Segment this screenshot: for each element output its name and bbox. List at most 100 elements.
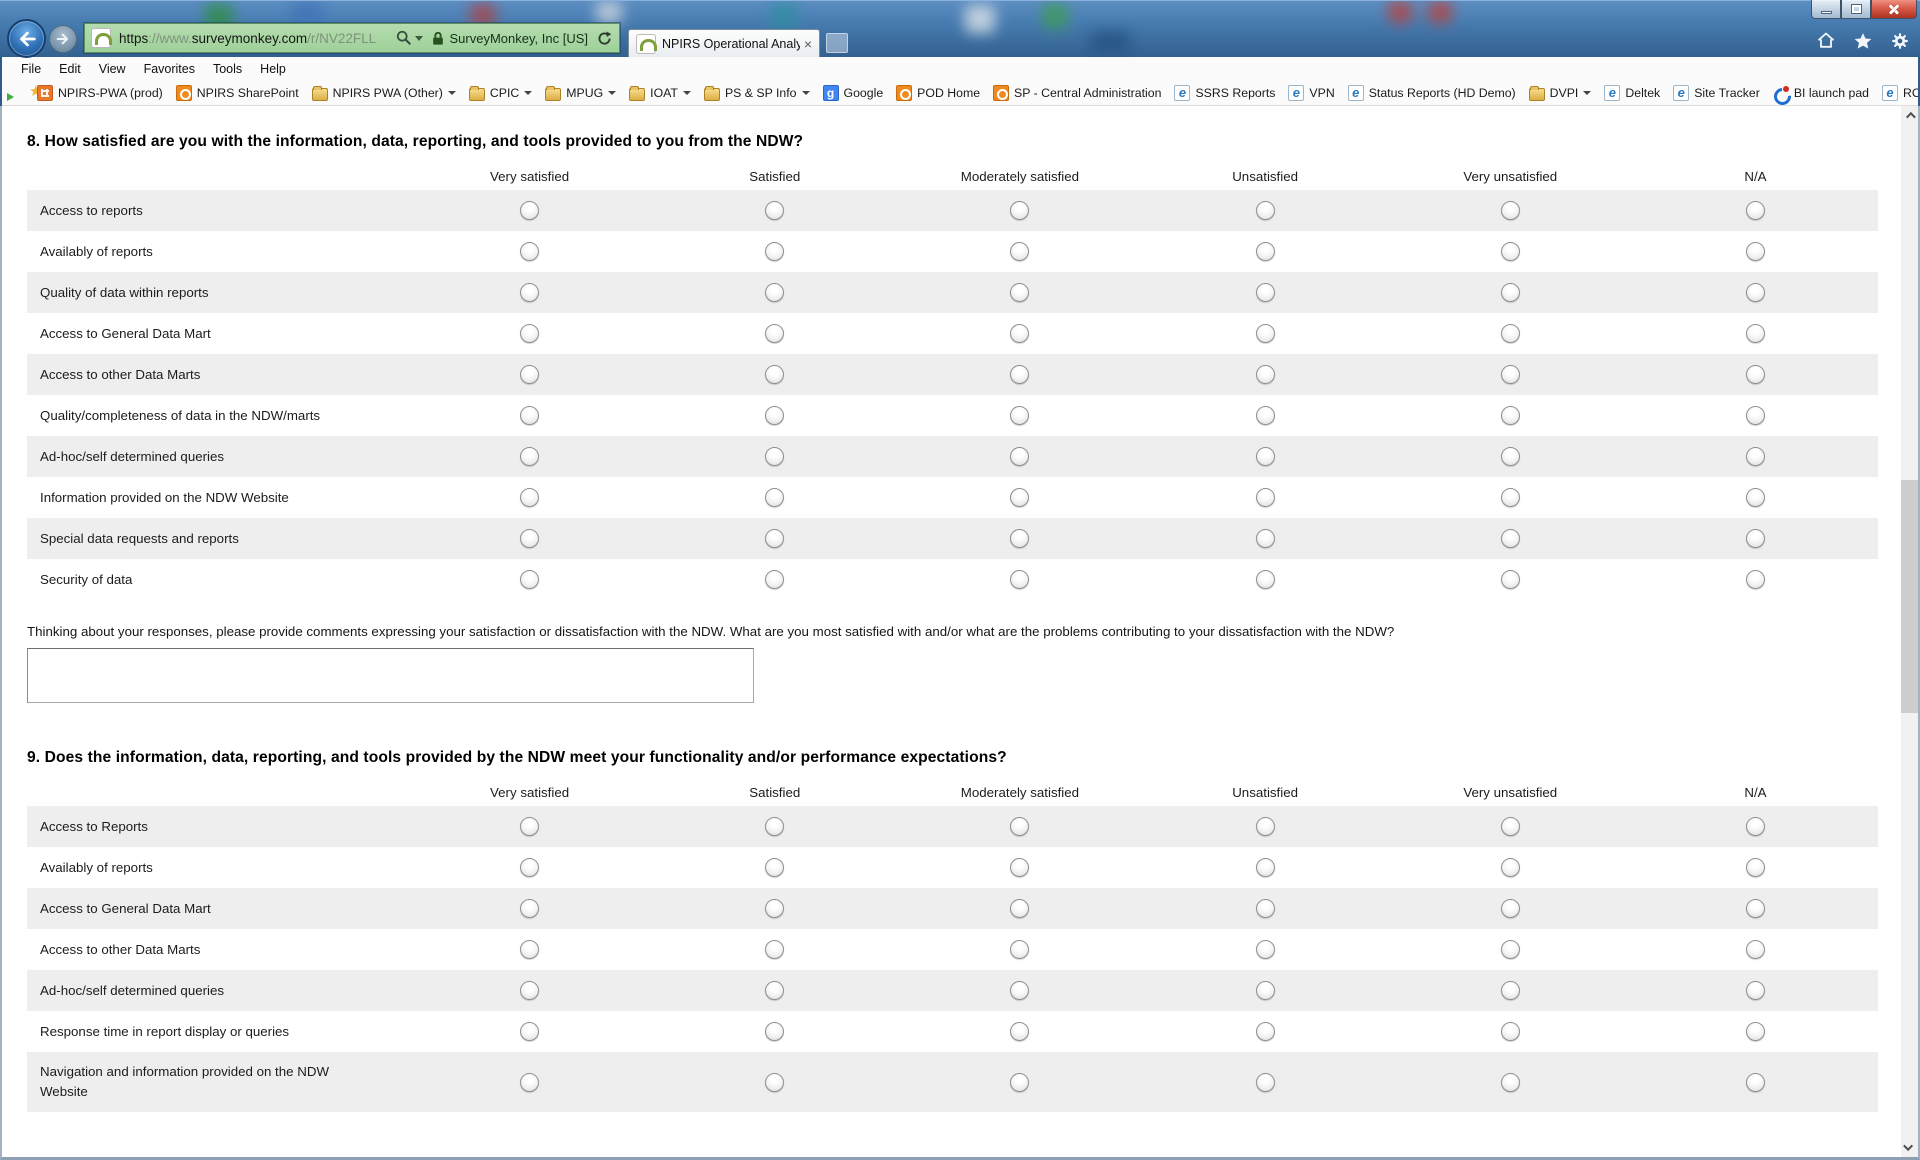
- comment-textarea[interactable]: [27, 648, 754, 703]
- menu-item-tools[interactable]: Tools: [204, 62, 251, 76]
- radio-button[interactable]: [765, 940, 784, 959]
- radio-button[interactable]: [765, 570, 784, 589]
- radio-button[interactable]: [765, 283, 784, 302]
- radio-button[interactable]: [520, 858, 539, 877]
- radio-button[interactable]: [1010, 570, 1029, 589]
- radio-button[interactable]: [1256, 1022, 1275, 1041]
- radio-button[interactable]: [1010, 365, 1029, 384]
- radio-button[interactable]: [1256, 283, 1275, 302]
- radio-button[interactable]: [1501, 201, 1520, 220]
- scrollbar-thumb[interactable]: [1901, 480, 1918, 713]
- radio-button[interactable]: [1256, 488, 1275, 507]
- radio-button[interactable]: [1501, 858, 1520, 877]
- scroll-up-button[interactable]: [1901, 106, 1918, 125]
- radio-button[interactable]: [1501, 1073, 1520, 1092]
- radio-button[interactable]: [520, 981, 539, 1000]
- radio-button[interactable]: [1746, 283, 1765, 302]
- radio-button[interactable]: [1010, 858, 1029, 877]
- radio-button[interactable]: [1256, 940, 1275, 959]
- tab-close-icon[interactable]: ×: [804, 37, 812, 51]
- favorite-item[interactable]: NPIRS SharePoint: [176, 85, 299, 101]
- url-text[interactable]: https://www.surveymonkey.com/r/NV22FLL: [119, 31, 396, 46]
- favorite-item[interactable]: IOAT: [629, 85, 691, 101]
- radio-button[interactable]: [765, 1073, 784, 1092]
- new-tab-button[interactable]: [826, 33, 848, 53]
- radio-button[interactable]: [1501, 324, 1520, 343]
- radio-button[interactable]: [1501, 981, 1520, 1000]
- radio-button[interactable]: [1746, 899, 1765, 918]
- radio-button[interactable]: [520, 488, 539, 507]
- radio-button[interactable]: [520, 242, 539, 261]
- radio-button[interactable]: [520, 817, 539, 836]
- radio-button[interactable]: [1010, 406, 1029, 425]
- radio-button[interactable]: [1501, 817, 1520, 836]
- radio-button[interactable]: [1010, 529, 1029, 548]
- radio-button[interactable]: [1010, 1022, 1029, 1041]
- radio-button[interactable]: [520, 201, 539, 220]
- radio-button[interactable]: [1501, 529, 1520, 548]
- radio-button[interactable]: [1746, 981, 1765, 1000]
- radio-button[interactable]: [1746, 242, 1765, 261]
- radio-button[interactable]: [1746, 324, 1765, 343]
- radio-button[interactable]: [765, 1022, 784, 1041]
- radio-button[interactable]: [1746, 570, 1765, 589]
- radio-button[interactable]: [765, 406, 784, 425]
- radio-button[interactable]: [1256, 899, 1275, 918]
- favorite-item[interactable]: DVPI: [1529, 85, 1592, 101]
- radio-button[interactable]: [520, 283, 539, 302]
- radio-button[interactable]: [1501, 447, 1520, 466]
- radio-button[interactable]: [1010, 283, 1029, 302]
- radio-button[interactable]: [1256, 406, 1275, 425]
- favorite-item[interactable]: NPIRS PWA (Other): [312, 85, 456, 101]
- radio-button[interactable]: [1746, 940, 1765, 959]
- radio-button[interactable]: [765, 899, 784, 918]
- radio-button[interactable]: [1501, 406, 1520, 425]
- radio-button[interactable]: [1256, 242, 1275, 261]
- radio-button[interactable]: [1501, 1022, 1520, 1041]
- radio-button[interactable]: [1746, 488, 1765, 507]
- radio-button[interactable]: [765, 365, 784, 384]
- radio-button[interactable]: [1746, 817, 1765, 836]
- favorite-item[interactable]: ROHAN: [1882, 85, 1918, 101]
- radio-button[interactable]: [1501, 940, 1520, 959]
- close-button[interactable]: [1871, 0, 1917, 19]
- radio-button[interactable]: [1256, 817, 1275, 836]
- menu-item-edit[interactable]: Edit: [50, 62, 90, 76]
- radio-button[interactable]: [1746, 447, 1765, 466]
- menu-item-file[interactable]: File: [12, 62, 50, 76]
- radio-button[interactable]: [765, 324, 784, 343]
- radio-button[interactable]: [1010, 817, 1029, 836]
- radio-button[interactable]: [1256, 981, 1275, 1000]
- radio-button[interactable]: [765, 447, 784, 466]
- radio-button[interactable]: [520, 324, 539, 343]
- radio-button[interactable]: [1010, 981, 1029, 1000]
- radio-button[interactable]: [1501, 488, 1520, 507]
- radio-button[interactable]: [765, 242, 784, 261]
- radio-button[interactable]: [765, 201, 784, 220]
- radio-button[interactable]: [1256, 365, 1275, 384]
- radio-button[interactable]: [1746, 406, 1765, 425]
- radio-button[interactable]: [520, 1022, 539, 1041]
- favorite-item[interactable]: Google: [823, 85, 884, 101]
- radio-button[interactable]: [765, 981, 784, 1000]
- radio-button[interactable]: [1256, 324, 1275, 343]
- radio-button[interactable]: [1746, 529, 1765, 548]
- menu-item-view[interactable]: View: [90, 62, 135, 76]
- scroll-down-button[interactable]: [1901, 1138, 1918, 1157]
- forward-button[interactable]: [49, 25, 77, 53]
- radio-button[interactable]: [1256, 858, 1275, 877]
- radio-button[interactable]: [1256, 529, 1275, 548]
- menu-item-favorites[interactable]: Favorites: [135, 62, 204, 76]
- radio-button[interactable]: [520, 529, 539, 548]
- favorite-item[interactable]: Status Reports (HD Demo): [1348, 85, 1516, 101]
- add-favorite-button[interactable]: [9, 84, 29, 102]
- radio-button[interactable]: [1746, 201, 1765, 220]
- radio-button[interactable]: [765, 858, 784, 877]
- radio-button[interactable]: [1010, 242, 1029, 261]
- back-button[interactable]: [7, 19, 46, 58]
- favorite-item[interactable]: POD Home: [896, 85, 980, 101]
- radio-button[interactable]: [520, 899, 539, 918]
- favorite-item[interactable]: MPUG: [545, 85, 616, 101]
- radio-button[interactable]: [1501, 365, 1520, 384]
- favorite-item[interactable]: CPIC: [469, 85, 532, 101]
